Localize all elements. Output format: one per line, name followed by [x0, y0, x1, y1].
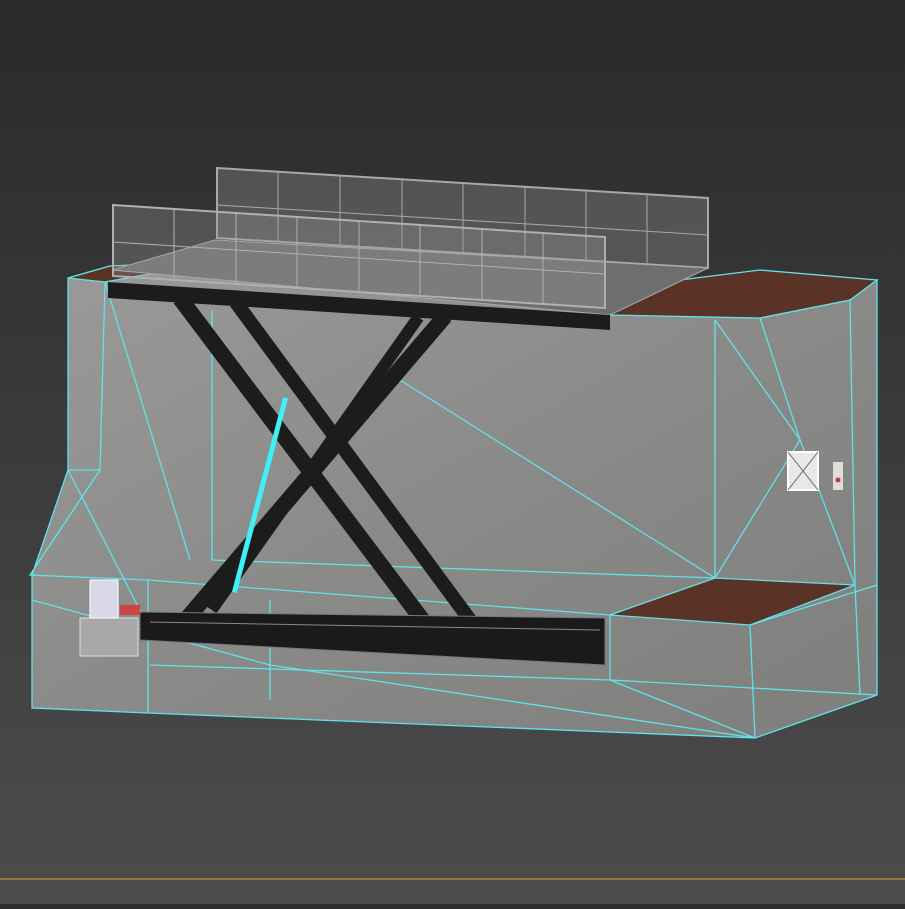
scissor-lift-scene — [0, 0, 905, 904]
timeline-divider — [0, 878, 905, 880]
3d-viewport[interactable] — [0, 0, 905, 904]
concrete-pit — [28, 261, 879, 739]
